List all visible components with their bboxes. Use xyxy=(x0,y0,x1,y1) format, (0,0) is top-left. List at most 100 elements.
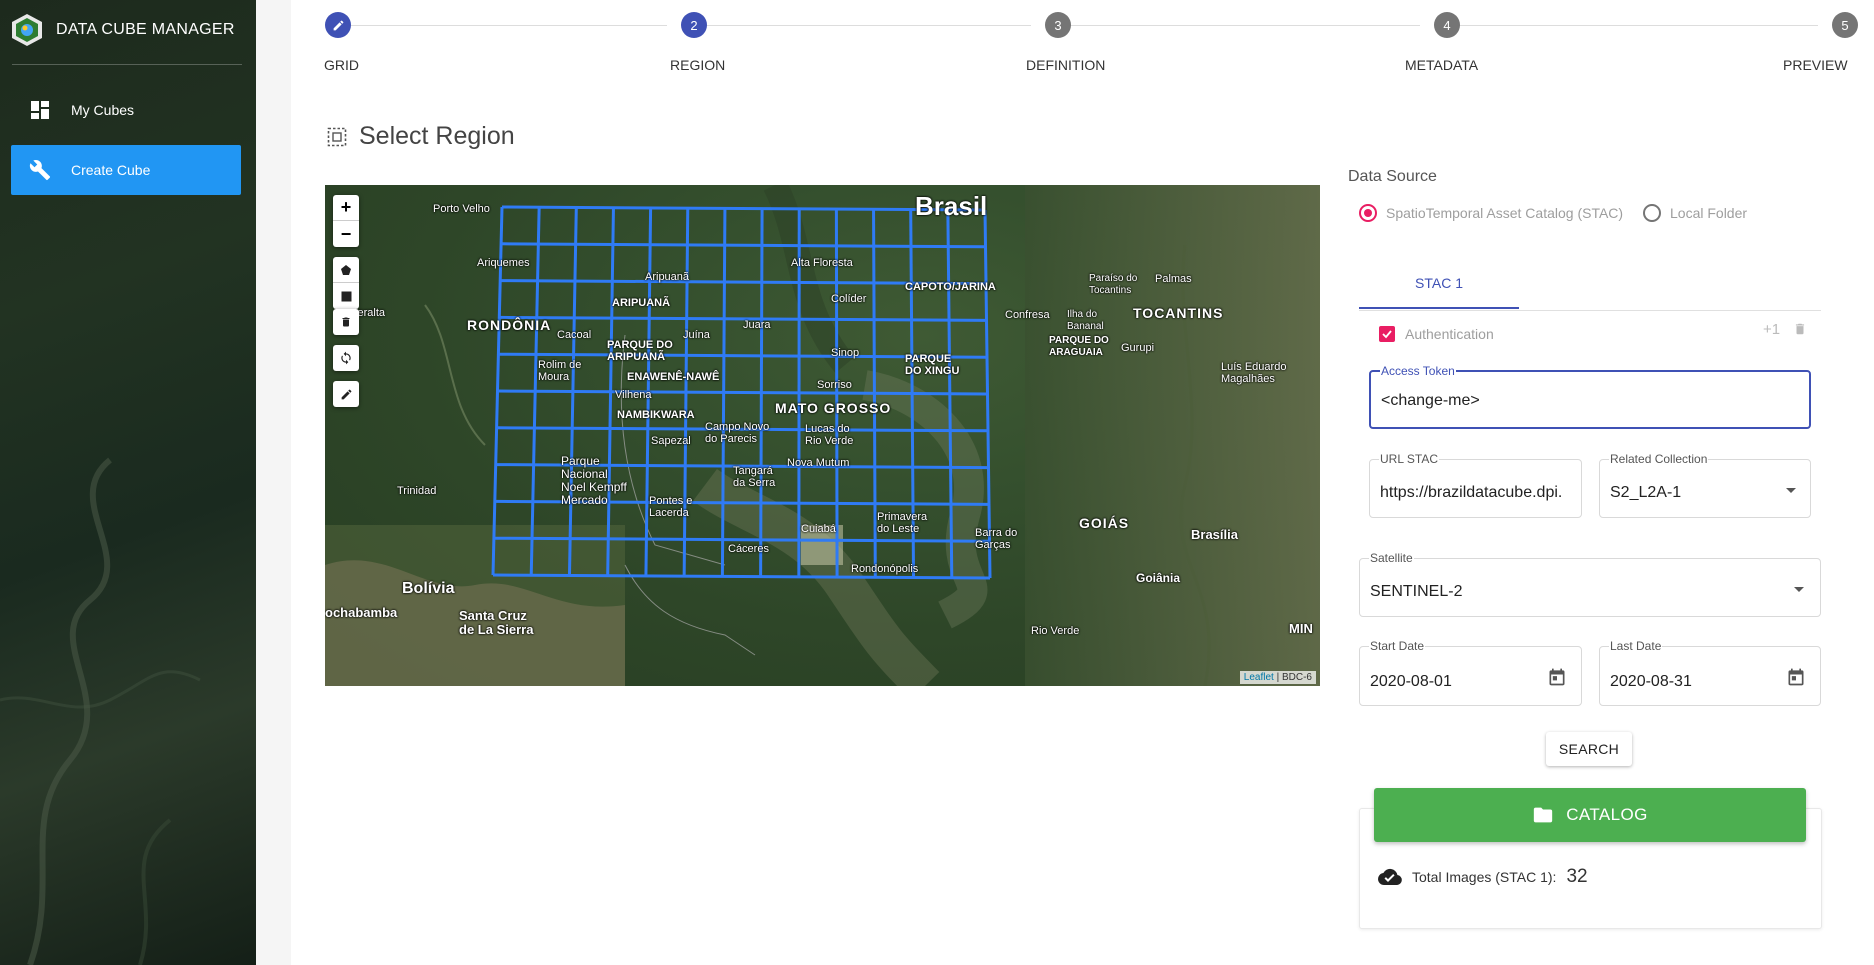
related-collection-select[interactable]: Related Collection S2_L2A-1 xyxy=(1599,452,1811,518)
map-label-parque-araguaia: PARQUE DO ARAGUAIA xyxy=(1049,335,1109,358)
map-label-nova-mutum: Nova Mutum xyxy=(787,457,850,469)
step-grid[interactable] xyxy=(325,12,351,38)
catalog-button[interactable]: CATALOG xyxy=(1374,788,1806,842)
trash-icon xyxy=(342,317,350,327)
catalog-label: CATALOG xyxy=(1566,805,1648,824)
sidebar-divider xyxy=(12,64,242,65)
checkbox-checked-icon[interactable] xyxy=(1379,326,1395,342)
map-label-brasilia: Brasília xyxy=(1191,527,1238,542)
sidebar: DATA CUBE MANAGER My Cubes Create Cube xyxy=(0,0,256,965)
radio-local-folder[interactable]: Local Folder xyxy=(1643,204,1747,222)
map-label-sorriso: Sorriso xyxy=(817,379,852,391)
map-label-tocantins: TOCANTINS xyxy=(1133,305,1224,321)
field-label: Start Date xyxy=(1369,639,1426,653)
refresh-toolbar xyxy=(333,345,359,371)
draw-polygon-button[interactable] xyxy=(333,257,359,283)
step-connector xyxy=(705,25,1031,26)
map-label-porto-velho: Porto Velho xyxy=(433,203,490,215)
start-date-field[interactable]: Start Date 2020-08-01 xyxy=(1359,639,1582,706)
add-stac-button[interactable]: +1 xyxy=(1763,321,1780,338)
cloud-done-icon xyxy=(1378,868,1402,885)
app-title: DATA CUBE MANAGER xyxy=(56,21,235,38)
zoom-out-button[interactable]: − xyxy=(333,221,359,247)
map-label-santa-cruz: Santa Cruz de La Sierra xyxy=(459,608,534,637)
stepper: GRID 2 REGION 3 DEFINITION 4 METADATA 5 … xyxy=(291,0,1874,90)
delete-stac-button[interactable] xyxy=(1793,320,1807,343)
map-label-mato-grosso: MATO GROSSO xyxy=(775,400,892,416)
map-label-rondonia: RONDÔNIA xyxy=(467,317,552,333)
map-label-cacoal: Cacoal xyxy=(557,329,592,341)
field-value: S2_L2A-1 xyxy=(1610,484,1682,501)
map-label-alta-floresta: Alta Floresta xyxy=(791,257,853,269)
radio-button[interactable] xyxy=(1643,204,1661,222)
authentication-checkbox[interactable]: Authentication xyxy=(1379,326,1494,342)
map-label-luis-eduardo: Luís Eduardo Magalhães xyxy=(1221,361,1287,385)
last-date-field[interactable]: Last Date 2020-08-31 xyxy=(1599,639,1821,706)
map-label-xingu: PARQUE DO XINGU xyxy=(905,353,960,377)
map-label-cuiaba: Cuiabá xyxy=(801,523,836,535)
field-label: Satellite xyxy=(1369,551,1414,565)
map-label-barra-garcas: Barra do Garças xyxy=(975,527,1018,551)
delete-toolbar xyxy=(333,309,359,335)
map-label-capoto: CAPOTO/JARINA xyxy=(905,281,996,293)
field-label: Access Token xyxy=(1380,364,1456,378)
calendar-icon[interactable] xyxy=(1547,667,1567,687)
map-label-tangara: Tangará da Serra xyxy=(733,465,776,489)
chevron-down-icon xyxy=(1794,587,1804,592)
grid-line xyxy=(501,242,986,249)
map-label-rolim: Rolim de Moura xyxy=(538,359,582,383)
sidebar-item-my-cubes[interactable]: My Cubes xyxy=(11,85,241,135)
map-label-ariquemes: Ariquemes xyxy=(477,257,530,269)
authentication-label: Authentication xyxy=(1405,326,1494,342)
radio-stac[interactable]: SpatioTemporal Asset Catalog (STAC) xyxy=(1359,204,1623,222)
draw-toolbar xyxy=(333,257,359,309)
tab-stac-1[interactable]: STAC 1 xyxy=(1359,265,1519,309)
map-label-vilhena: Vilhena xyxy=(615,389,652,401)
polygon-icon xyxy=(341,264,351,275)
map-label-cochabamba: ochabamba xyxy=(325,605,398,620)
rectangle-icon xyxy=(341,291,351,301)
step-connector xyxy=(351,25,667,26)
page-title-text: Select Region xyxy=(359,122,515,150)
map-label-ilha: Ilha do Bananal xyxy=(1067,309,1104,332)
map-label-lucas: Lucas do Rio Verde xyxy=(805,423,854,447)
radio-button-checked[interactable] xyxy=(1359,204,1377,222)
delete-button[interactable] xyxy=(333,309,359,335)
field-value: SENTINEL-2 xyxy=(1370,583,1463,600)
map-label-palmas: Palmas xyxy=(1155,273,1192,285)
chevron-down-icon xyxy=(1786,488,1796,493)
pencil-icon xyxy=(325,12,351,38)
step-definition[interactable]: 3 xyxy=(1045,12,1071,38)
calendar-icon[interactable] xyxy=(1786,667,1806,687)
map-label-aripuana-ti: ARIPUANÃ xyxy=(612,297,671,309)
map-label-brasil: Brasil xyxy=(915,191,988,221)
map-label-confresa: Confresa xyxy=(1005,309,1050,321)
total-images: Total Images (STAC 1): 32 xyxy=(1378,866,1588,888)
search-button[interactable]: SEARCH xyxy=(1546,732,1632,766)
step-connector xyxy=(1069,25,1420,26)
sidebar-item-label: Create Cube xyxy=(71,162,151,178)
wrench-icon xyxy=(29,159,51,181)
sidebar-item-create-cube[interactable]: Create Cube xyxy=(11,145,241,195)
map-label-parque-aripuana: PARQUE DO ARIPUANÃ xyxy=(607,339,673,363)
map-label-goias: GOIÁS xyxy=(1079,515,1130,531)
map-label-sinop: Sinop xyxy=(831,347,860,359)
zoom-in-button[interactable]: + xyxy=(333,195,359,221)
map-label-gurupi: Gurupi xyxy=(1121,342,1155,354)
leaflet-link[interactable]: Leaflet xyxy=(1244,672,1274,683)
map[interactable]: Brasil Bolívia RONDÔNIA MATO GROSSO TOCA… xyxy=(325,185,1320,686)
refresh-button[interactable] xyxy=(333,345,359,371)
step-preview[interactable]: 5 xyxy=(1832,12,1858,38)
access-token-field[interactable]: Access Token <change-me> xyxy=(1369,364,1811,429)
field-value: 2020-08-31 xyxy=(1610,673,1692,690)
tabs-divider xyxy=(1359,310,1821,311)
edit-button[interactable] xyxy=(333,381,359,407)
step-metadata[interactable]: 4 xyxy=(1434,12,1460,38)
satellite-select[interactable]: Satellite SENTINEL-2 xyxy=(1359,551,1821,617)
radio-label: SpatioTemporal Asset Catalog (STAC) xyxy=(1386,205,1624,221)
url-stac-field[interactable]: URL STAC https://brazildatacube.dpi. xyxy=(1369,452,1582,518)
draw-rectangle-button[interactable] xyxy=(333,283,359,309)
data-source-label: Data Source xyxy=(1348,168,1437,185)
brand: DATA CUBE MANAGER xyxy=(10,10,235,50)
step-region[interactable]: 2 xyxy=(681,12,707,38)
